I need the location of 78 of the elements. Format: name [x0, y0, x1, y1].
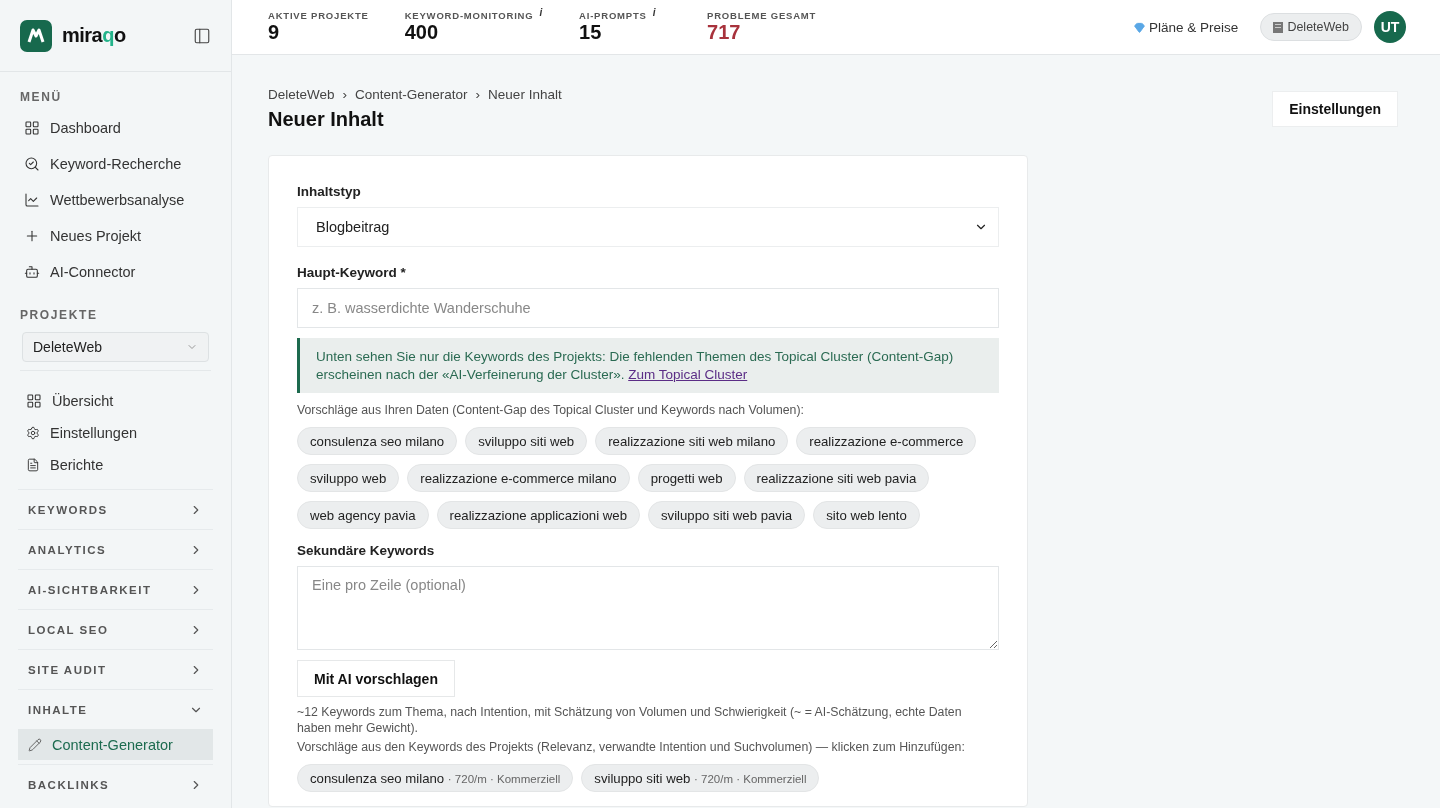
content-type-select[interactable]: Blogbeitrag [297, 207, 999, 247]
keyword-chip[interactable]: realizzazione siti web milano [595, 427, 789, 456]
keyword-input[interactable]: z. B. wasserdichte Wanderschuhe [297, 288, 999, 328]
section-header[interactable]: SITE AUDIT [18, 649, 213, 689]
keyword-chip[interactable]: realizzazione siti web pavia [743, 464, 930, 493]
keyword-chip[interactable]: consulenza seo milano [297, 427, 458, 456]
section-header[interactable]: LOCAL SEO [18, 609, 213, 649]
keyword-chip[interactable]: sviluppo web [297, 464, 400, 493]
keyword-chip[interactable]: realizzazione e-commerce [796, 427, 977, 456]
stat-label: KEYWORD-MONITORING i [404, 10, 544, 21]
keyword-chip[interactable]: realizzazione e-commerce milano [407, 464, 630, 493]
user-avatar[interactable]: UT [1374, 11, 1406, 43]
line-chart-icon [24, 192, 40, 208]
plus-icon [24, 228, 40, 244]
keyword-chip[interactable]: sviluppo siti web pavia [648, 501, 806, 530]
menu-heading: MENÜ [19, 90, 63, 104]
settings-icon [26, 426, 40, 440]
breadcrumb-item[interactable]: DeleteWeb [268, 87, 335, 102]
project-select[interactable]: DeleteWeb [22, 332, 209, 362]
menu-item[interactable]: Neues Projekt [18, 218, 213, 254]
stat-label: AKTIVE PROJEKTE [268, 10, 369, 21]
menu-item[interactable]: AI-Connector [18, 254, 213, 290]
stat-value: 717 [707, 21, 742, 44]
grid-icon [24, 120, 40, 136]
search-icon [24, 156, 40, 172]
document-icon [26, 458, 40, 472]
project-nav-item[interactable]: Übersicht [18, 385, 213, 417]
robot-icon [24, 264, 40, 280]
breadcrumb-separator: › [342, 87, 348, 102]
ai-suggest-button[interactable]: Mit AI vorschlagen [297, 660, 455, 698]
page-title: Neuer Inhalt [268, 108, 385, 131]
section-header[interactable]: BACKLINKS [18, 764, 213, 804]
topical-cluster-link[interactable]: Zum Topical Cluster [628, 366, 748, 382]
section-header[interactable]: KEYWORDS [18, 489, 213, 529]
grid-icon [26, 393, 42, 409]
info-mark: i [539, 7, 544, 18]
menu-item[interactable]: Dashboard [18, 110, 213, 146]
building-icon [1273, 21, 1284, 33]
project-suggestions-hint: Vorschläge aus den Keywords des Projekts (Relevanz, verwandte Intention und Suchvolumen) — klicken zum Hinzufügen: [297, 740, 966, 757]
keyword-chip[interactable]: sito web lento [813, 501, 920, 530]
diamond-icon [1134, 21, 1146, 33]
breadcrumb-separator: › [475, 87, 481, 102]
projects-heading: PROJEKTE [19, 308, 99, 322]
keyword-chip[interactable]: sviluppo siti web [465, 427, 588, 456]
keyword-chip[interactable]: web agency pavia [297, 501, 429, 530]
menu-item[interactable]: Wettbewerbsanalyse [18, 182, 213, 218]
project-nav-item[interactable]: Berichte [18, 449, 213, 481]
keyword-chip[interactable]: sviluppo siti web · 720/m · Kommerziell [581, 764, 820, 793]
breadcrumb-item: Neuer Inhalt [488, 87, 562, 102]
section-header[interactable]: ANALYTICS [18, 529, 213, 569]
field-label: Inhaltstyp [297, 184, 362, 199]
settings-button[interactable]: Einstellungen [1272, 91, 1398, 127]
field-label: Haupt-Keyword * [297, 265, 407, 280]
project-nav-item[interactable]: Einstellungen [18, 417, 213, 449]
plans-link[interactable]: Pläne & Preise [1134, 19, 1239, 35]
field-label: Sekundäre Keywords [297, 543, 436, 559]
menu-item[interactable]: Keyword-Recherche [18, 146, 213, 182]
pencil-icon [28, 737, 42, 752]
stat-value: 400 [404, 21, 440, 44]
sidebar-item[interactable]: Content-Generator [18, 729, 213, 760]
workspace-button[interactable]: DeleteWeb [1260, 13, 1362, 41]
keyword-chip[interactable]: realizzazione applicazioni web [436, 501, 640, 530]
logo-icon [20, 19, 52, 52]
suggestions-hint: Vorschläge aus Ihren Daten (Content-Gap des Topical Cluster und Keywords nach Volumen): [297, 403, 805, 420]
brand-name: miraqo [62, 24, 127, 47]
stat-value: 9 [268, 21, 281, 44]
info-mark: i [652, 7, 657, 18]
sidebar-toggle-icon[interactable] [193, 26, 211, 45]
section-header[interactable]: AI-SICHTBARKEIT [18, 569, 213, 609]
stat-label: PROBLEME GESAMT [707, 10, 817, 21]
notice-text: Unten sehen Sie nur die Keywords des Projekts: Die fehlenden Themen des Topical Cluster (Content-Gap) erscheinen nach der «AI-Verfeinerung der Cluster». Zum Topical Cluster [297, 338, 999, 394]
stat-value: 15 [579, 21, 603, 44]
secondary-keywords-input[interactable]: Eine pro Zeile (optional) [297, 566, 999, 651]
keyword-chip[interactable]: progetti web [637, 464, 736, 493]
stat-label: AI-PROMPTS i [579, 10, 658, 21]
keyword-chip[interactable]: consulenza seo milano · 720/m · Kommerziell [297, 764, 574, 793]
ai-hint: ~12 Keywords zum Thema, nach Intention, mit Schätzung von Volumen und Schwierigkeit (~ = AI-Schätzung, echte Daten haben mehr Gewicht). [297, 705, 963, 738]
breadcrumb-item[interactable]: Content-Generator [355, 87, 468, 102]
